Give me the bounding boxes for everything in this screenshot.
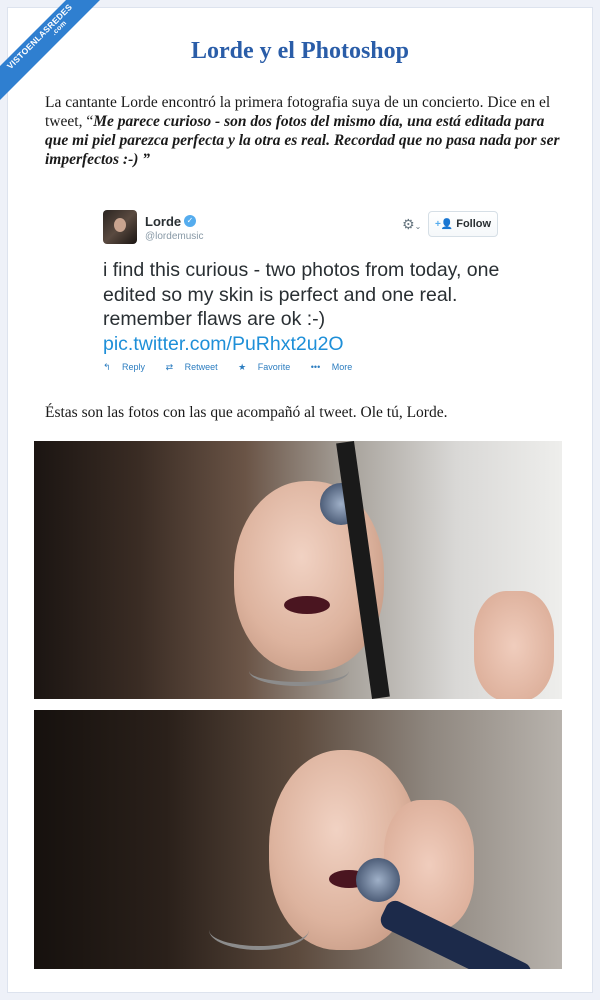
tweet-author-handle[interactable]: @lordemusic bbox=[145, 231, 204, 242]
tweet-link[interactable]: pic.twitter.com/PuRhxt2u2O bbox=[103, 333, 344, 355]
photos-caption: Éstas son las fotos con las que acompañó… bbox=[45, 404, 448, 421]
tweet-text: i find this curious - two photos from to… bbox=[103, 258, 503, 356]
reply-action[interactable]: ↰ Reply bbox=[103, 362, 154, 372]
retweet-icon: ⇄ bbox=[165, 362, 176, 372]
verified-icon: ✓ bbox=[184, 215, 196, 227]
edited-photo bbox=[34, 441, 562, 699]
hand-shape bbox=[474, 591, 554, 699]
reply-label: Reply bbox=[122, 362, 146, 372]
embedded-tweet: Lorde ✓ @lordemusic ⚙⌄ +👤 Follow i find t… bbox=[100, 206, 500, 386]
avatar[interactable] bbox=[103, 210, 137, 244]
favorite-action[interactable]: ★ Favorite bbox=[238, 362, 299, 372]
follow-user-icon: +👤 bbox=[434, 219, 454, 230]
more-icon: ••• bbox=[310, 362, 323, 372]
intro-quote: Me parece curioso - son dos fotos del mi… bbox=[45, 113, 560, 168]
more-action[interactable]: ••• More bbox=[311, 362, 361, 372]
tweet-author-name[interactable]: Lorde bbox=[145, 214, 181, 229]
necklace-shape bbox=[209, 910, 309, 950]
reply-icon: ↰ bbox=[103, 362, 114, 372]
lips-shape bbox=[284, 596, 330, 614]
favorite-icon: ★ bbox=[238, 362, 249, 372]
real-photo bbox=[34, 710, 562, 969]
microphone-head bbox=[356, 858, 400, 902]
site-ribbon[interactable]: VISTOENLASREDES .com bbox=[0, 0, 120, 120]
retweet-label: Retweet bbox=[184, 362, 218, 372]
follow-label: Follow bbox=[456, 218, 492, 230]
tweet-actions: ↰ Reply ⇄ Retweet ★ Favorite ••• More bbox=[103, 362, 370, 373]
gear-icon[interactable]: ⚙⌄ bbox=[402, 216, 421, 233]
tweet-body: i find this curious - two photos from to… bbox=[103, 259, 500, 330]
site-ribbon-label: VISTOENLASREDES .com bbox=[0, 0, 112, 109]
retweet-action[interactable]: ⇄ Retweet bbox=[166, 362, 227, 372]
necklace-shape bbox=[249, 656, 349, 686]
intro-text: La cantante Lorde encontró la primera fo… bbox=[45, 93, 565, 169]
more-label: More bbox=[331, 362, 353, 372]
follow-button[interactable]: +👤 Follow bbox=[428, 211, 498, 237]
favorite-label: Favorite bbox=[257, 362, 291, 372]
ribbon-line1: VISTOENLASREDES bbox=[4, 1, 75, 72]
